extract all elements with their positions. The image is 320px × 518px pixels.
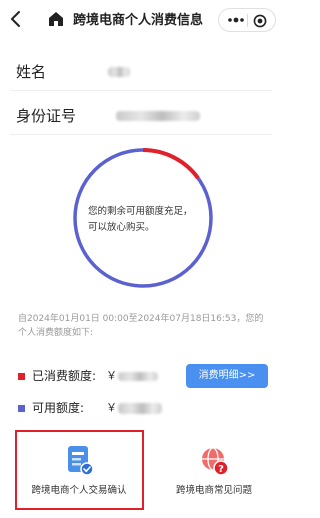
name-row: 姓名 [0, 52, 282, 92]
name-value-redacted [108, 67, 130, 77]
name-label: 姓名 [16, 63, 47, 81]
mini-program-capsule [218, 8, 276, 32]
available-currency: ￥ [106, 401, 117, 414]
home-icon[interactable] [46, 9, 66, 29]
page-title: 跨境电商个人消费信息 [73, 13, 204, 28]
consumption-detail-button[interactable]: 消费明细>> [186, 364, 268, 388]
mini-close-icon[interactable] [253, 13, 267, 28]
top-bar: 跨境电商个人消费信息 [0, 0, 282, 42]
quota-period-note: 自2024年01月01日 00:00至2024年07月18日16:53，您的个人… [18, 314, 264, 338]
highlight-box [15, 430, 144, 510]
gauge-message-line2: 可以放心购买。 [88, 222, 155, 233]
more-icon[interactable] [227, 10, 245, 30]
id-row: 身份证号 [0, 96, 282, 136]
gauge-message-line1: 您的剩余可用额度充足， [88, 206, 193, 217]
available-legend-dot [18, 405, 25, 412]
id-value-redacted [116, 111, 200, 121]
gauge-consumed-arc [142, 148, 200, 180]
row-divider [10, 134, 272, 135]
consumed-legend-dot [18, 373, 25, 380]
card-label: 跨境电商常见问题 [175, 485, 252, 496]
capsule-divider [247, 14, 248, 27]
id-label: 身份证号 [16, 107, 77, 125]
available-value-redacted [118, 403, 162, 414]
row-divider [10, 90, 272, 91]
back-arrow-icon[interactable] [4, 6, 28, 32]
svg-text:?: ? [218, 464, 224, 475]
faq-icon: ? [198, 444, 230, 478]
consumed-currency: ￥ [106, 369, 117, 382]
card-faq[interactable]: ? 跨境电商常见问题 [150, 430, 278, 510]
available-label: 可用额度: [32, 401, 85, 415]
consumed-label: 已消费额度: [32, 369, 97, 383]
gauge-message: 您的剩余可用额度充足， 可以放心购买。 [88, 204, 218, 236]
consumed-value-redacted [118, 372, 158, 381]
